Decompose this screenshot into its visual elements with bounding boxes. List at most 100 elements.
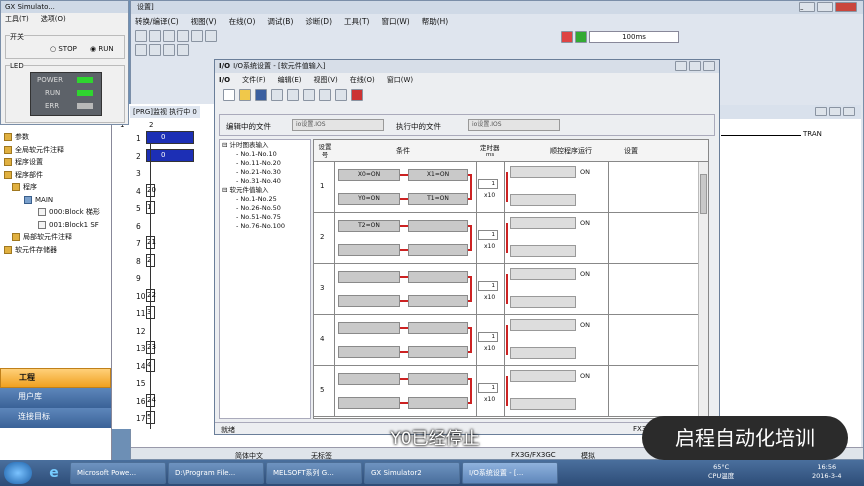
- stop-icon[interactable]: [561, 31, 573, 43]
- tool-icon[interactable]: [205, 29, 217, 42]
- nav-panel-library[interactable]: 用户库: [0, 388, 111, 408]
- taskbar-item-explorer[interactable]: D:\Program File...: [168, 462, 264, 484]
- tree-item[interactable]: - No.76-No.100: [222, 222, 308, 231]
- nav-item-main[interactable]: MAIN: [4, 194, 111, 207]
- condition-field[interactable]: T1=ON: [408, 193, 468, 205]
- stop-radio[interactable]: ○ STOP: [50, 45, 77, 53]
- close-icon[interactable]: [703, 61, 715, 71]
- condition-field[interactable]: [338, 397, 400, 409]
- taskbar-ie-icon[interactable]: e: [40, 462, 68, 484]
- minimize-icon[interactable]: [675, 61, 687, 71]
- seq-output-field[interactable]: [510, 370, 576, 382]
- condition-field[interactable]: [408, 346, 468, 358]
- menu-online[interactable]: 在线(O): [229, 16, 256, 27]
- condition-field[interactable]: [338, 373, 400, 385]
- cut-icon[interactable]: [271, 89, 283, 101]
- nav-item-global-comment[interactable]: 全局软元件注释: [4, 144, 111, 157]
- menu-debug[interactable]: 调试(B): [267, 16, 293, 27]
- seq-output-field[interactable]: [510, 268, 576, 280]
- tool-icon[interactable]: [149, 29, 161, 42]
- condition-field[interactable]: X1=ON: [408, 169, 468, 181]
- scrollbar-thumb[interactable]: [700, 174, 707, 214]
- close-icon[interactable]: [835, 2, 857, 12]
- io-menu-view[interactable]: 视图(V): [314, 75, 338, 85]
- timer-field[interactable]: 1: [478, 179, 498, 189]
- tree-timing-chart[interactable]: ⊟ 计时图表输入: [222, 141, 308, 150]
- nav-item-parameter[interactable]: 参数: [4, 131, 111, 144]
- seq-output-field[interactable]: [510, 245, 576, 257]
- condition-field[interactable]: T2=ON: [338, 220, 400, 232]
- tree-item[interactable]: - No.11-No.20: [222, 159, 308, 168]
- tool-icon[interactable]: [135, 29, 147, 42]
- nav-item-program-setting[interactable]: 程序设置: [4, 156, 111, 169]
- tree-item[interactable]: - No.51-No.75: [222, 213, 308, 222]
- maximize-icon[interactable]: [817, 2, 833, 12]
- io-menu-window[interactable]: 窗口(W): [387, 75, 413, 85]
- speed-field[interactable]: 100ms: [589, 31, 679, 43]
- menu-convert[interactable]: 转换/编译(C): [135, 16, 179, 27]
- start-button[interactable]: [4, 462, 32, 484]
- save-icon[interactable]: [255, 89, 267, 101]
- seq-output-field[interactable]: [510, 347, 576, 359]
- menu-help[interactable]: 帮助(H): [422, 16, 449, 27]
- minimize-icon[interactable]: –: [799, 2, 815, 13]
- tool-icon[interactable]: [149, 44, 161, 56]
- tool-icon[interactable]: [191, 29, 203, 42]
- copy-icon[interactable]: [287, 89, 299, 101]
- tree-item[interactable]: - No.1-No.25: [222, 195, 308, 204]
- condition-field[interactable]: [408, 322, 468, 334]
- timer-field[interactable]: 1: [478, 383, 498, 393]
- tray-clock[interactable]: 16:56 2016-3-4: [812, 463, 842, 481]
- nav-panel-connection[interactable]: 连接目标: [0, 408, 111, 428]
- menu-view[interactable]: 视图(V): [191, 16, 217, 27]
- tool-icon[interactable]: [177, 44, 189, 56]
- menu-tools[interactable]: 工具(T): [344, 16, 369, 27]
- run-radio[interactable]: ◉ RUN: [90, 45, 114, 53]
- read-icon[interactable]: [335, 89, 347, 101]
- maximize-icon[interactable]: [689, 61, 701, 71]
- condition-field[interactable]: [338, 271, 400, 283]
- seq-output-field[interactable]: [510, 319, 576, 331]
- tree-device-value[interactable]: ⊟ 软元件值输入: [222, 186, 308, 195]
- condition-field[interactable]: X0=ON: [338, 169, 400, 181]
- tree-item[interactable]: - No.1-No.10: [222, 150, 308, 159]
- sfc-step-box[interactable]: 0: [146, 148, 194, 162]
- condition-field[interactable]: [408, 397, 468, 409]
- tool-icon[interactable]: [163, 44, 175, 56]
- taskbar-item-melsoft[interactable]: MELSOFT系列 G...: [266, 462, 362, 484]
- taskbar-item-io-settings[interactable]: I/O系统设置 - [...: [462, 462, 558, 484]
- seq-output-field[interactable]: [510, 194, 576, 206]
- nav-item-program[interactable]: 程序: [4, 181, 111, 194]
- condition-field[interactable]: [338, 346, 400, 358]
- write-icon[interactable]: [351, 89, 363, 101]
- condition-field[interactable]: [338, 322, 400, 334]
- close-icon[interactable]: [843, 107, 855, 116]
- timer-field[interactable]: 1: [478, 230, 498, 240]
- play-icon[interactable]: [575, 31, 587, 43]
- condition-field[interactable]: [338, 244, 400, 256]
- condition-field[interactable]: [408, 244, 468, 256]
- sim-menu-options[interactable]: 选项(O): [41, 14, 66, 24]
- condition-field[interactable]: [408, 271, 468, 283]
- taskbar-item-gx-simulator[interactable]: GX Simulator2: [364, 462, 460, 484]
- seq-output-field[interactable]: [510, 217, 576, 229]
- sim-menu-tools[interactable]: 工具(T): [5, 14, 29, 24]
- io-menu-file[interactable]: 文件(F): [242, 75, 266, 85]
- grid-scrollbar[interactable]: [698, 162, 708, 418]
- taskbar-item-powerpoint[interactable]: Microsoft Powe...: [70, 462, 166, 484]
- nav-item-block1[interactable]: 001:Block1 SF: [4, 219, 111, 232]
- sfc-tab[interactable]: [PRG]监视 执行中 0: [130, 106, 200, 118]
- nav-item-device-memory[interactable]: 软元件存储器: [4, 244, 111, 257]
- seq-output-field[interactable]: [510, 166, 576, 178]
- timer-field[interactable]: 1: [478, 332, 498, 342]
- timer-field[interactable]: 1: [478, 281, 498, 291]
- seq-output-field[interactable]: [510, 398, 576, 410]
- io-menu-online[interactable]: 在线(O): [350, 75, 375, 85]
- tool-icon[interactable]: [135, 44, 147, 56]
- nav-item-local-comment[interactable]: 局部软元件注释: [4, 231, 111, 244]
- nav-panel-project[interactable]: 工程: [0, 368, 111, 388]
- tree-item[interactable]: - No.26-No.50: [222, 204, 308, 213]
- condition-field[interactable]: [338, 295, 400, 307]
- minimize-icon[interactable]: [815, 107, 827, 116]
- maximize-icon[interactable]: [829, 107, 841, 116]
